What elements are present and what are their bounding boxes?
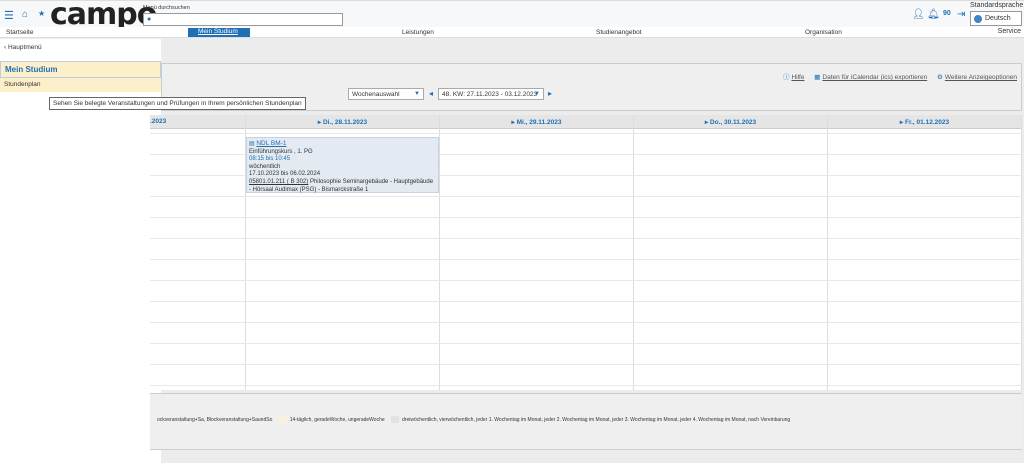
- event-period: 17.10.2023 bis 06.02.2024: [249, 171, 321, 178]
- nav-mein-studium[interactable]: Mein Studium: [188, 28, 250, 37]
- grid-row-line: [150, 301, 1022, 302]
- nav-leistungen[interactable]: Leistungen: [402, 29, 434, 36]
- next-week-button[interactable]: ▸: [548, 89, 552, 98]
- chevron-down-icon: ▼: [534, 91, 540, 97]
- top-bar: ☰ ⌂ ★ campo Menü durchsuchen ● 👤︎ 🔔︎ 90 …: [0, 0, 1024, 35]
- more-options-link[interactable]: Weitere Anzeigeoptionen: [945, 74, 1017, 81]
- help-link[interactable]: Hilfe: [791, 74, 804, 81]
- legend-item: ockveranstaltung+Sa, Blockveranstaltung+…: [157, 416, 273, 423]
- day-header[interactable]: ▸ Di., 28.11.2023: [246, 115, 439, 129]
- event-type: Einführungskurs , 1. PG: [249, 148, 313, 155]
- grid-row-line: [150, 322, 1022, 323]
- chevron-down-icon: ▼: [414, 91, 420, 97]
- grid-row-line: [150, 343, 1022, 344]
- grid-row-line: [150, 364, 1022, 365]
- search-label: Menü durchsuchen: [143, 5, 190, 11]
- day-header[interactable]: ▸ Fr., 01.12.2023: [828, 115, 1021, 129]
- home-icon[interactable]: ⌂: [22, 9, 28, 20]
- nav-studienangebot[interactable]: Studienangebot: [596, 29, 642, 36]
- legend-item: 14-täglich, geradeWoche, ungeradeWoche: [289, 416, 385, 423]
- nav-organisation[interactable]: Organisation: [805, 29, 842, 36]
- menu-icon[interactable]: ☰: [4, 9, 14, 22]
- user-icon[interactable]: 👤︎: [912, 9, 925, 20]
- day-column: ▸ Do., 30.11.2023: [634, 115, 828, 390]
- logout-icon[interactable]: ⇥: [957, 9, 965, 20]
- event-card[interactable]: ▤ NDL BM-1 Einführungskurs , 1. PG 08:15…: [246, 137, 439, 193]
- grid-row-line: [150, 196, 1022, 197]
- legend: ockveranstaltung+Sa, Blockveranstaltung+…: [150, 393, 1022, 450]
- day-column: ▸ Mi., 29.11.2023: [440, 115, 634, 390]
- legend-swatch: [278, 416, 287, 423]
- day-header: .2023: [150, 115, 245, 129]
- gear-icon: ⚙: [937, 74, 943, 81]
- legend-item: dreiwöchentlich, vierwöchentlich, jeder …: [402, 416, 791, 423]
- language-label: Standardsprache: [970, 2, 1024, 9]
- grid-row-line: [150, 280, 1022, 281]
- search-icon: ●: [147, 16, 152, 23]
- day-column: ▸ Fr., 01.12.2023: [828, 115, 1022, 390]
- main-nav: Startseite Mein Studium Leistungen Studi…: [0, 27, 1024, 38]
- grid-row-line: [150, 217, 1022, 218]
- book-icon: ▤: [249, 141, 255, 147]
- search-input[interactable]: ●: [143, 13, 343, 26]
- grid-row-line: [150, 238, 1022, 239]
- globe-icon: [974, 15, 982, 23]
- back-to-main-menu[interactable]: ‹ Hauptmenü: [4, 44, 42, 51]
- timetable-grid: .2023 ▸ Di., 28.11.2023 ▸ Mi., 29.11.202…: [150, 115, 1022, 390]
- event-title-link[interactable]: NDL BM-1: [256, 140, 286, 147]
- info-icon: ⓘ: [782, 74, 790, 81]
- week-mode-select[interactable]: Wochenauswahl ▼: [348, 88, 424, 100]
- bell-icon[interactable]: 🔔︎: [927, 9, 940, 20]
- grid-row-line: [150, 259, 1022, 260]
- export-ics-link[interactable]: Daten für iCalendar (ics) exportieren: [822, 74, 927, 81]
- star-icon[interactable]: ★: [38, 9, 45, 18]
- nav-service[interactable]: Service: [998, 28, 1021, 35]
- day-column: .2023: [150, 115, 246, 390]
- tooltip: Sehen Sie belegte Veranstaltungen und Pr…: [49, 97, 306, 110]
- day-header[interactable]: ▸ Do., 30.11.2023: [634, 115, 827, 129]
- legend-swatch: [391, 416, 400, 423]
- sidebar-section-title[interactable]: Mein Studium: [0, 61, 161, 78]
- notification-count[interactable]: 90: [943, 10, 951, 17]
- prev-week-button[interactable]: ◂: [429, 89, 433, 98]
- grid-row-line: [150, 385, 1022, 386]
- event-room-link[interactable]: 05801.01.211 ( B 302): [249, 179, 308, 185]
- nav-startseite[interactable]: Startseite: [6, 29, 33, 36]
- event-time: 08:15 bis 10:45: [249, 156, 291, 163]
- language-select[interactable]: Deutsch: [970, 11, 1022, 26]
- calendar-icon: ▦: [814, 74, 821, 81]
- week-select[interactable]: 48. KW: 27.11.2023 - 03.12.2023 ▼: [438, 88, 544, 100]
- event-rhythm: wöchentlich: [249, 163, 281, 170]
- day-header[interactable]: ▸ Mi., 29.11.2023: [440, 115, 633, 129]
- sidebar-item-stundenplan[interactable]: Stundenplan: [0, 78, 161, 92]
- grid-row-line: [150, 133, 1022, 134]
